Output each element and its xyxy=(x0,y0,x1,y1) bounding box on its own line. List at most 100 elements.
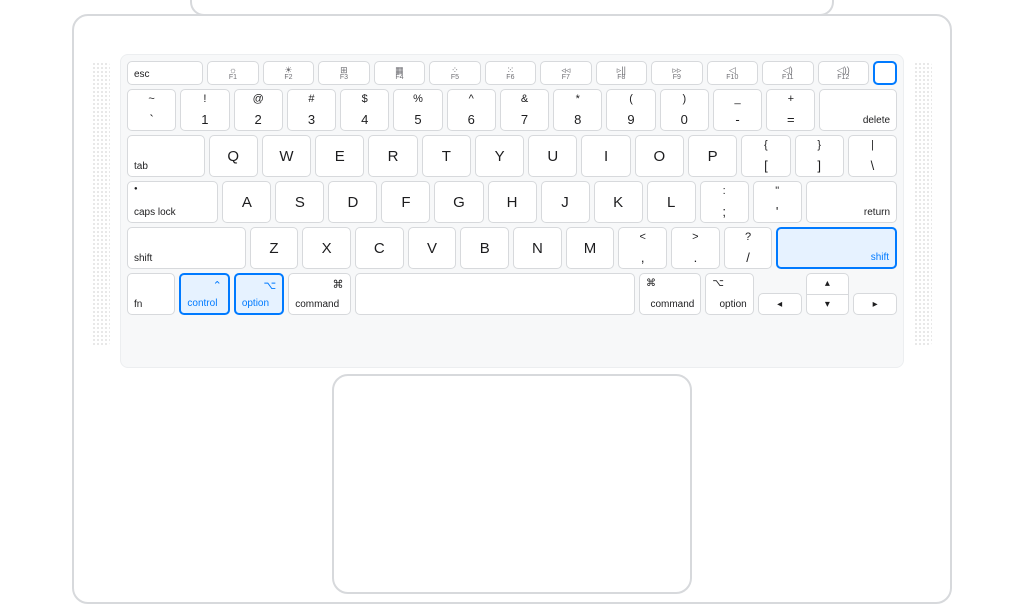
trackpad[interactable] xyxy=(332,374,692,594)
key-backtick[interactable]: ~` xyxy=(127,89,176,131)
label: F9 xyxy=(652,74,701,81)
key-v[interactable]: V xyxy=(408,227,457,269)
key-arrow-up[interactable]: ▴ xyxy=(806,273,850,294)
label: option xyxy=(242,298,269,309)
key-k[interactable]: K xyxy=(594,181,643,223)
label: fn xyxy=(134,299,142,310)
key-g[interactable]: G xyxy=(434,181,483,223)
key-8[interactable]: *8 xyxy=(553,89,602,131)
key-return[interactable]: return xyxy=(806,181,897,223)
key-o[interactable]: O xyxy=(635,135,684,177)
label: command xyxy=(295,299,339,310)
key-0[interactable]: )0 xyxy=(660,89,709,131)
key-f10[interactable]: ◁F10 xyxy=(707,61,758,85)
key-f4[interactable]: ▦F4 xyxy=(374,61,425,85)
key-f2[interactable]: ☀F2 xyxy=(263,61,314,85)
key-minus[interactable]: _- xyxy=(713,89,762,131)
key-y[interactable]: Y xyxy=(475,135,524,177)
key-6[interactable]: ^6 xyxy=(447,89,496,131)
key-f[interactable]: F xyxy=(381,181,430,223)
key-command-right[interactable]: ⌘command xyxy=(639,273,701,315)
key-p[interactable]: P xyxy=(688,135,737,177)
key-shift-left[interactable]: shift xyxy=(127,227,246,269)
key-d[interactable]: D xyxy=(328,181,377,223)
key-arrow-down[interactable]: ▾ xyxy=(806,294,850,316)
key-f5[interactable]: ⁘F5 xyxy=(429,61,480,85)
key-a[interactable]: A xyxy=(222,181,271,223)
arrow-left-icon: ◂ xyxy=(777,299,782,310)
arrow-up-icon: ▴ xyxy=(825,278,830,289)
label: F1 xyxy=(208,74,257,81)
key-t[interactable]: T xyxy=(422,135,471,177)
key-c[interactable]: C xyxy=(355,227,404,269)
row-modifiers: fn ⌃control ⌥option ⌘command ⌘command ⌥o… xyxy=(127,273,897,315)
key-1[interactable]: !1 xyxy=(180,89,229,131)
key-arrow-right[interactable]: ▸ xyxy=(853,293,897,315)
key-7[interactable]: &7 xyxy=(500,89,549,131)
key-f11[interactable]: ◁)F11 xyxy=(762,61,813,85)
key-5[interactable]: %5 xyxy=(393,89,442,131)
label: shift xyxy=(871,252,889,263)
row-asdf: ●caps lock A S D F G H J K L :; "' retur… xyxy=(127,181,897,223)
key-f1[interactable]: ☼F1 xyxy=(207,61,258,85)
key-f9[interactable]: ▹▹F9 xyxy=(651,61,702,85)
key-bracket-right[interactable]: }] xyxy=(795,135,844,177)
key-equals[interactable]: += xyxy=(766,89,815,131)
key-r[interactable]: R xyxy=(368,135,417,177)
arrow-right-icon: ▸ xyxy=(873,299,878,310)
key-option-left[interactable]: ⌥option xyxy=(234,273,284,315)
label: return xyxy=(864,207,890,218)
key-tab[interactable]: tab xyxy=(127,135,205,177)
key-q[interactable]: Q xyxy=(209,135,258,177)
key-j[interactable]: J xyxy=(541,181,590,223)
key-bracket-left[interactable]: {[ xyxy=(741,135,790,177)
key-h[interactable]: H xyxy=(488,181,537,223)
key-caps-lock[interactable]: ●caps lock xyxy=(127,181,218,223)
key-comma[interactable]: <, xyxy=(618,227,667,269)
key-s[interactable]: S xyxy=(275,181,324,223)
key-4[interactable]: $4 xyxy=(340,89,389,131)
key-3[interactable]: #3 xyxy=(287,89,336,131)
key-option-right[interactable]: ⌥option xyxy=(705,273,753,315)
key-2[interactable]: @2 xyxy=(234,89,283,131)
key-e[interactable]: E xyxy=(315,135,364,177)
key-control-left[interactable]: ⌃control xyxy=(179,273,229,315)
key-b[interactable]: B xyxy=(460,227,509,269)
key-backslash[interactable]: |\ xyxy=(848,135,897,177)
label: F2 xyxy=(264,74,313,81)
key-slash[interactable]: ?/ xyxy=(724,227,773,269)
label: caps lock xyxy=(134,207,176,218)
key-m[interactable]: M xyxy=(566,227,615,269)
key-f3[interactable]: ⊞F3 xyxy=(318,61,369,85)
key-touch-id[interactable] xyxy=(873,61,897,85)
label: F6 xyxy=(486,74,535,81)
key-fn[interactable]: fn xyxy=(127,273,175,315)
key-esc[interactable]: esc xyxy=(127,61,203,85)
command-icon: ⌘ xyxy=(646,278,656,289)
key-space[interactable] xyxy=(355,273,635,315)
key-f7[interactable]: ◃◃F7 xyxy=(540,61,591,85)
speaker-grille-right xyxy=(914,62,932,346)
key-quote[interactable]: "' xyxy=(753,181,802,223)
key-9[interactable]: (9 xyxy=(606,89,655,131)
key-u[interactable]: U xyxy=(528,135,577,177)
key-delete[interactable]: delete xyxy=(819,89,897,131)
key-period[interactable]: >. xyxy=(671,227,720,269)
key-semicolon[interactable]: :; xyxy=(700,181,749,223)
key-arrow-left[interactable]: ◂ xyxy=(758,293,802,315)
key-f8[interactable]: ▹||F8 xyxy=(596,61,647,85)
key-f6[interactable]: ⁙F6 xyxy=(485,61,536,85)
key-i[interactable]: I xyxy=(581,135,630,177)
key-f12[interactable]: ◁))F12 xyxy=(818,61,869,85)
label: F7 xyxy=(541,74,590,81)
speaker-grille-left xyxy=(92,62,110,346)
key-l[interactable]: L xyxy=(647,181,696,223)
key-x[interactable]: X xyxy=(302,227,351,269)
key-n[interactable]: N xyxy=(513,227,562,269)
key-command-left[interactable]: ⌘command xyxy=(288,273,350,315)
key-shift-right[interactable]: shift xyxy=(776,227,897,269)
laptop-body: esc ☼F1 ☀F2 ⊞F3 ▦F4 ⁘F5 ⁙F6 ◃◃F7 ▹||F8 ▹… xyxy=(72,14,952,604)
key-z[interactable]: Z xyxy=(250,227,299,269)
label: delete xyxy=(863,115,890,126)
key-w[interactable]: W xyxy=(262,135,311,177)
